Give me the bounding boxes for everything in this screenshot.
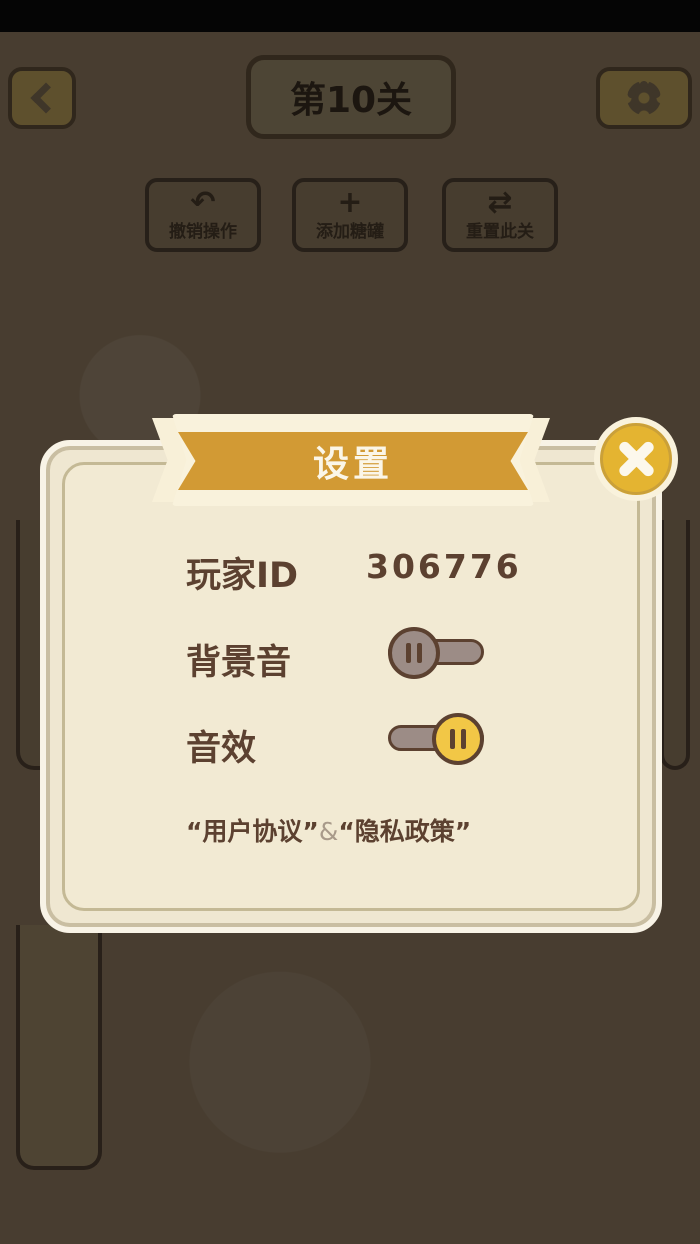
user-agreement-link[interactable]: “用户协议”: [186, 817, 319, 846]
toggle-knob: [432, 713, 484, 765]
sfx-label: 音效: [186, 729, 257, 769]
legal-links: “用户协议”&“隐私政策”: [186, 812, 471, 848]
dialog-title: 设置: [178, 432, 528, 490]
privacy-policy-link[interactable]: “隐私政策”: [338, 817, 471, 846]
bgm-label: 背景音: [186, 643, 292, 683]
toggle-knob: [388, 627, 440, 679]
player-id-label: 玩家ID: [186, 556, 299, 596]
bgm-toggle[interactable]: [388, 627, 484, 679]
close-button[interactable]: [594, 417, 678, 501]
status-bar: [0, 0, 700, 32]
ampersand: &: [318, 817, 339, 846]
close-icon: [616, 439, 656, 479]
settings-dialog: [40, 440, 662, 933]
player-id-value: 306776: [366, 547, 522, 586]
sfx-toggle[interactable]: [388, 713, 484, 765]
